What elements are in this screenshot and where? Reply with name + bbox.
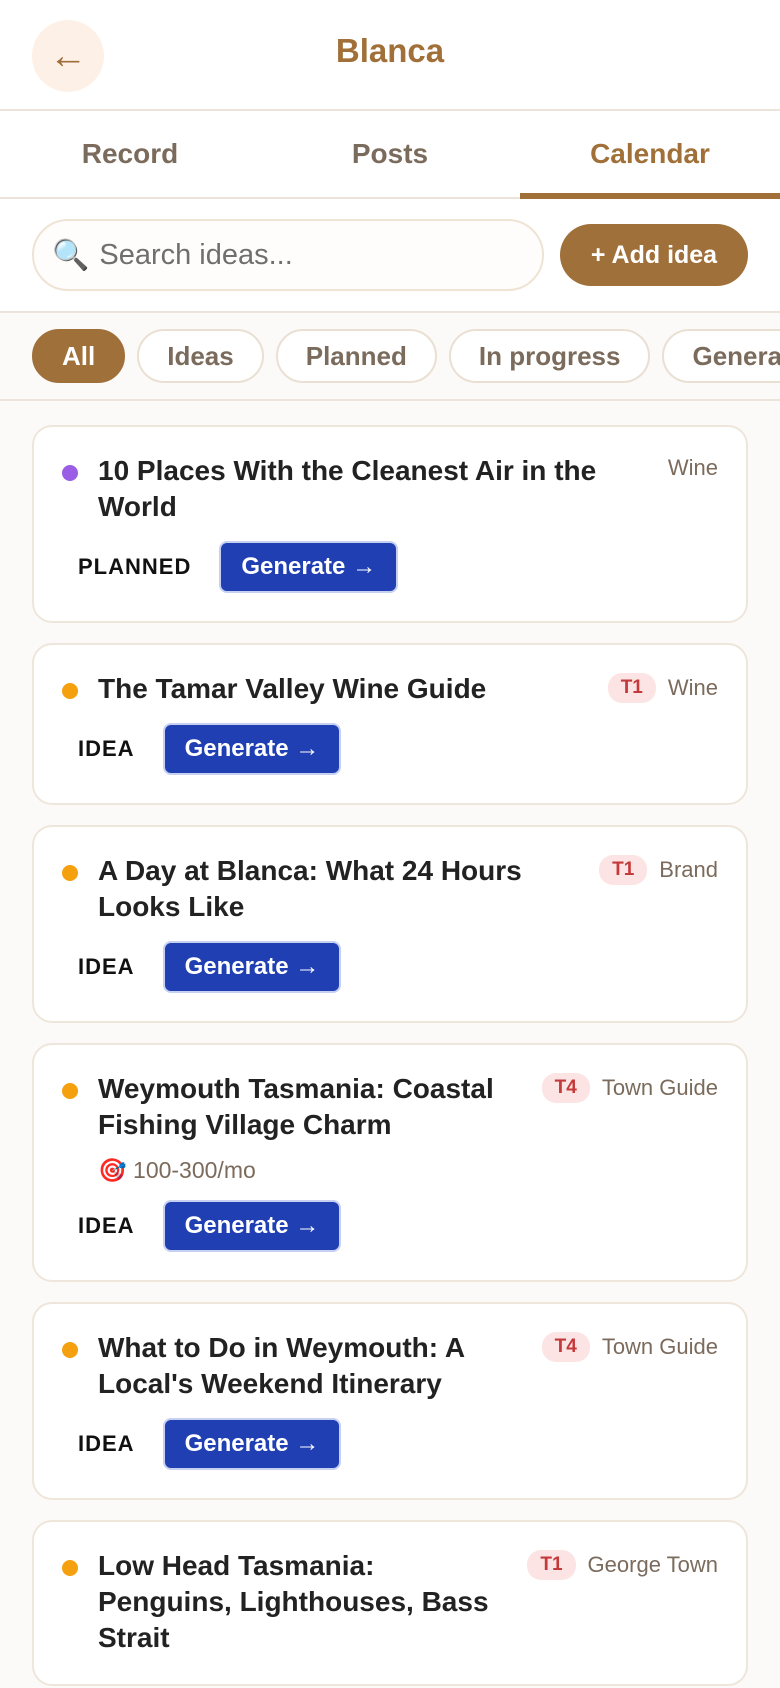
ideas-list: 10 Places With the Cleanest Air in the W…	[0, 401, 780, 1686]
tier-badge: T4	[541, 1332, 590, 1362]
category-label: Town Guide	[601, 1075, 718, 1100]
idea-title: What to Do in Weymouth: A Local's Weeken…	[98, 1332, 465, 1399]
tab-posts[interactable]: Posts	[260, 111, 520, 197]
status-label: IDEA	[78, 954, 135, 979]
idea-card[interactable]: What to Do in Weymouth: A Local's Weeken…	[32, 1302, 748, 1500]
status-dot	[62, 1083, 78, 1099]
generate-button[interactable]: Generate →	[162, 941, 342, 993]
search-box[interactable]: 🔍	[32, 219, 544, 291]
tab-calendar[interactable]: Calendar	[520, 111, 780, 199]
search-row: 🔍 + Add idea	[0, 199, 780, 313]
status-dot	[62, 865, 78, 881]
status-label: PLANNED	[78, 554, 192, 579]
filter-all[interactable]: All	[32, 329, 126, 383]
category-label: Wine	[667, 675, 718, 700]
tier-badge: T1	[527, 1550, 576, 1580]
status-dot	[62, 1560, 78, 1576]
idea-title: 10 Places With the Cleanest Air in the W…	[98, 455, 597, 522]
generate-button[interactable]: Generate →	[162, 1418, 342, 1470]
idea-title: A Day at Blanca: What 24 Hours Looks Lik…	[98, 855, 522, 922]
status-dot	[62, 465, 78, 481]
category-label: Brand	[659, 857, 718, 882]
app-header: ← Blanca	[0, 0, 780, 111]
idea-card[interactable]: Low Head Tasmania: Penguins, Lighthouses…	[32, 1520, 748, 1686]
tier-badge: T1	[599, 855, 648, 885]
category-label: George Town	[587, 1552, 718, 1577]
filter-in-progress[interactable]: In progress	[448, 329, 651, 383]
filter-ideas[interactable]: Ideas	[137, 329, 264, 383]
generate-button[interactable]: Generate →	[162, 723, 342, 775]
idea-title: Low Head Tasmania: Penguins, Lighthouses…	[98, 1550, 489, 1653]
filter-planned[interactable]: Planned	[275, 329, 437, 383]
tier-badge: T1	[607, 673, 656, 703]
category-label: Wine	[667, 455, 718, 480]
search-icon: 🔍	[52, 238, 90, 272]
status-label: IDEA	[78, 1431, 135, 1456]
status-filter-bar: All Ideas Planned In progress Genera	[0, 313, 780, 401]
status-label: IDEA	[78, 736, 135, 761]
generate-button[interactable]: Generate →	[219, 541, 399, 593]
tier-badge: T4	[541, 1073, 590, 1103]
idea-title: Weymouth Tasmania: Coastal Fishing Villa…	[98, 1073, 494, 1140]
search-input[interactable]	[99, 238, 542, 272]
search-volume-target: 🎯 100-300/mo	[98, 1157, 256, 1183]
idea-card[interactable]: Weymouth Tasmania: Coastal Fishing Villa…	[32, 1043, 748, 1282]
generate-button[interactable]: Generate →	[162, 1200, 342, 1252]
idea-card[interactable]: 10 Places With the Cleanest Air in the W…	[32, 425, 748, 623]
status-dot	[62, 1342, 78, 1358]
idea-card[interactable]: A Day at Blanca: What 24 Hours Looks Lik…	[32, 825, 748, 1023]
category-label: Town Guide	[601, 1334, 718, 1359]
tab-record[interactable]: Record	[0, 111, 260, 197]
idea-title: The Tamar Valley Wine Guide	[98, 673, 487, 704]
filter-generated[interactable]: Genera	[662, 329, 780, 383]
status-label: IDEA	[78, 1213, 135, 1238]
page-title: Blanca	[335, 32, 445, 69]
idea-card[interactable]: The Tamar Valley Wine Guide T1 Wine IDEA…	[32, 643, 748, 805]
tab-bar: Record Posts Calendar	[0, 111, 780, 199]
add-idea-button[interactable]: + Add idea	[560, 224, 748, 286]
status-dot	[62, 683, 78, 699]
